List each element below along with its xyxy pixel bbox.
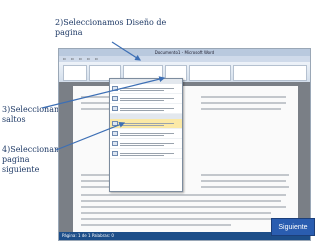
annotation-arrows — [41, 41, 166, 151]
next-button[interactable]: Siguiente — [271, 218, 315, 236]
arrow-to-breaks-button — [41, 76, 166, 109]
arrow-to-page-layout-tab — [111, 41, 142, 61]
arrow-to-next-page-item — [55, 121, 126, 151]
